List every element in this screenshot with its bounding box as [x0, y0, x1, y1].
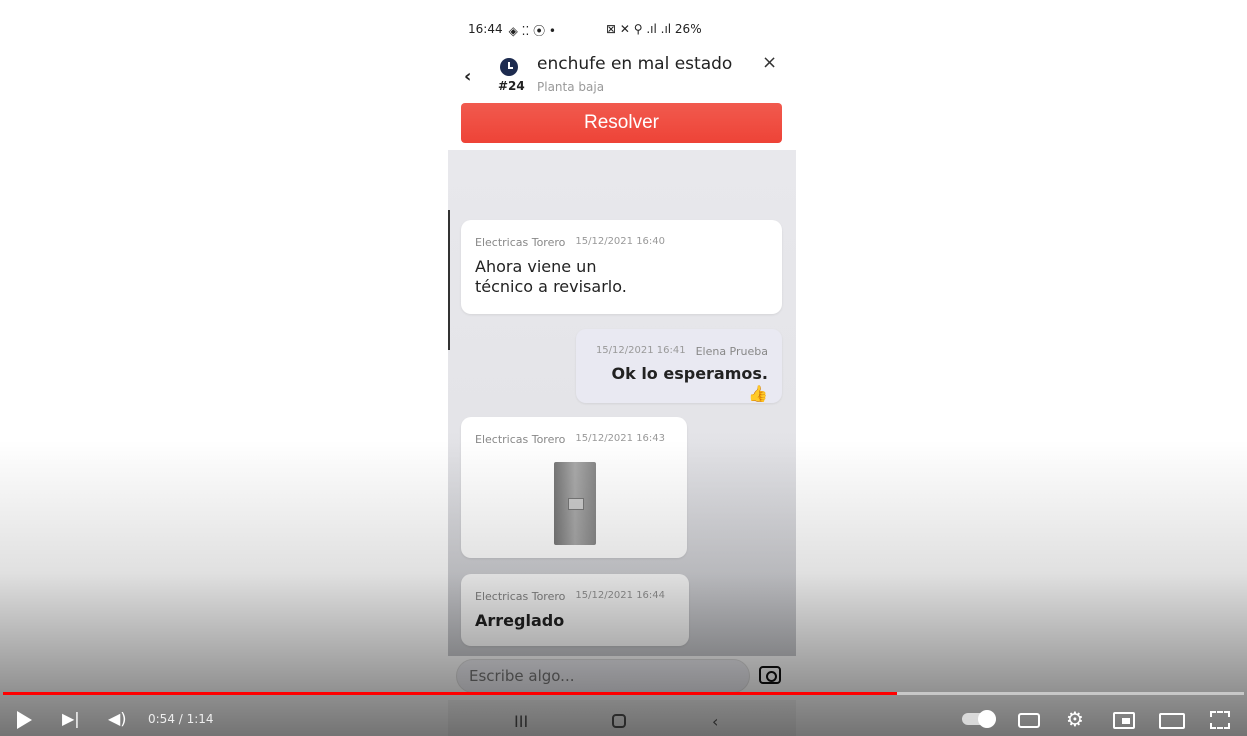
- close-icon[interactable]: ×: [762, 52, 777, 73]
- message-bubble-own: 15/12/2021 16:41 Elena Prueba Ok lo espe…: [576, 329, 782, 403]
- message-time: 15/12/2021 16:41: [595, 345, 686, 356]
- ticket-number: #24: [498, 79, 525, 93]
- scroll-indicator: [448, 210, 450, 350]
- ticket-location: Planta baja: [537, 80, 605, 94]
- message-bubble-photo: Electricas Torero 15/12/2021 16:43: [461, 417, 687, 558]
- message-author: Electricas Torero: [475, 433, 566, 446]
- time-display: 0:54 / 1:14: [148, 712, 214, 726]
- message-time: 15/12/2021 16:44: [575, 590, 666, 601]
- fullscreen-icon[interactable]: [1210, 711, 1230, 729]
- message-text: Ok lo esperamos. 👍: [611, 364, 769, 403]
- message-text: Arreglado: [475, 611, 565, 630]
- miniplayer-icon[interactable]: [1113, 712, 1135, 729]
- theater-mode-icon[interactable]: [1159, 713, 1185, 729]
- clock-icon: [500, 58, 518, 76]
- status-icons-left: ◈ ⁚⁚ ⦿ •: [508, 24, 556, 38]
- attached-photo[interactable]: [554, 462, 596, 545]
- message-bubble: Electricas Torero 15/12/2021 16:40 Ahora…: [461, 220, 782, 314]
- autoplay-toggle[interactable]: [962, 710, 996, 728]
- progress-played: [3, 692, 897, 695]
- message-input[interactable]: [456, 659, 750, 693]
- message-time: 15/12/2021 16:40: [575, 236, 666, 247]
- message-bubble: Electricas Torero 15/12/2021 16:44 Arreg…: [461, 574, 689, 646]
- message-text: Ahora viene un técnico a revisarlo.: [475, 257, 627, 296]
- message-author: Electricas Torero: [475, 590, 566, 603]
- volume-icon[interactable]: ◀): [108, 709, 127, 728]
- subtitles-icon[interactable]: [1018, 713, 1040, 728]
- resolve-button[interactable]: Resolver: [461, 103, 782, 143]
- ticket-header: ‹ #24 enchufe en mal estado Planta baja …: [448, 48, 796, 100]
- ticket-title: enchufe en mal estado: [537, 54, 733, 74]
- chat-area[interactable]: Electricas Torero 15/12/2021 16:40 Ahora…: [448, 150, 796, 656]
- status-time: 16:44: [468, 22, 503, 36]
- status-icons-right: ⊠ ✕ ⚲ .ıl .ıl 26%: [605, 22, 702, 36]
- next-icon[interactable]: ▶|: [62, 709, 80, 728]
- message-time: 15/12/2021 16:43: [575, 433, 666, 444]
- status-bar: 16:44 ◈ ⁚⁚ ⦿ • ⊠ ✕ ⚲ .ıl .ıl 26%: [468, 22, 776, 40]
- phone-screen: 16:44 ◈ ⁚⁚ ⦿ • ⊠ ✕ ⚲ .ıl .ıl 26% ‹ #24 e…: [448, 0, 796, 736]
- camera-icon[interactable]: [759, 666, 781, 684]
- progress-bar[interactable]: [3, 692, 1244, 695]
- play-icon[interactable]: [17, 711, 32, 729]
- settings-gear-icon[interactable]: ⚙: [1066, 707, 1084, 731]
- message-author: Elena Prueba: [695, 345, 768, 358]
- back-chevron-icon[interactable]: ‹: [464, 66, 471, 87]
- message-author: Electricas Torero: [475, 236, 566, 249]
- player-controls: ▶| ◀) 0:54 / 1:14 ⚙: [0, 700, 1247, 736]
